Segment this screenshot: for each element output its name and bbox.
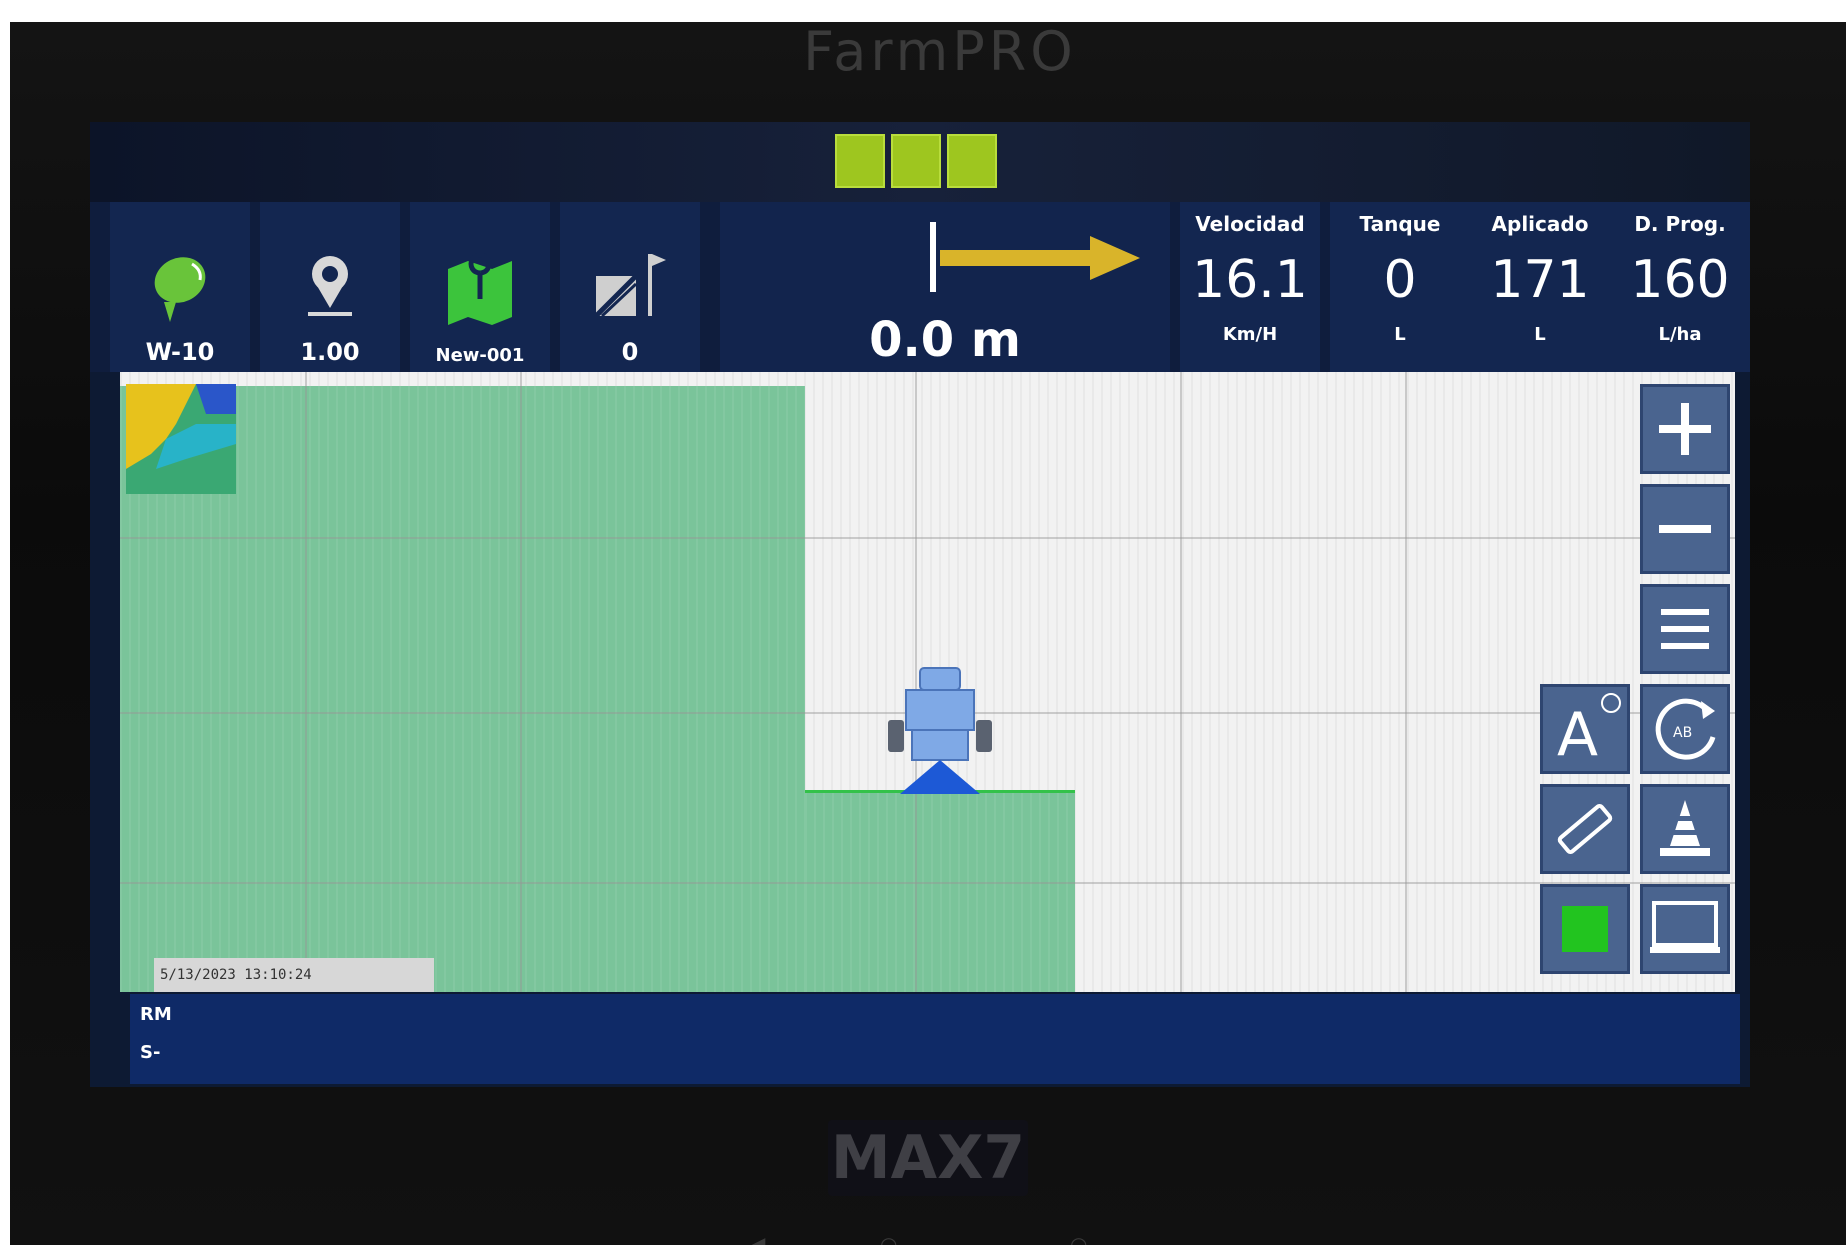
status-line-1: RM <box>140 1004 172 1025</box>
rotate-ab-label: AB <box>1673 725 1692 741</box>
metric-tank: Tanque 0 L <box>1330 202 1470 372</box>
hardware-keys: ◀ ○ ○ <box>730 1232 1150 1245</box>
grid-line <box>120 537 1735 539</box>
metric-speed-unit: Km/H <box>1222 324 1278 345</box>
minimap[interactable] <box>126 384 236 494</box>
zoom-out-button[interactable] <box>1640 484 1730 574</box>
gps-status-tile[interactable]: W-10 <box>110 202 250 372</box>
status-bar: RM S- <box>130 994 1740 1084</box>
field-map[interactable]: 5/13/2023 13:10:24 A AB <box>120 372 1735 992</box>
field-name-label: New-001 <box>435 345 525 366</box>
boom-section-indicator <box>835 134 1015 188</box>
metric-applied: Aplicado 171 L <box>1470 202 1610 372</box>
metric-target-rate-label: D. Prog. <box>1634 212 1726 236</box>
position-tile[interactable]: 1.00 <box>260 202 400 372</box>
vehicle-tractor-icon <box>888 667 992 794</box>
field-tile[interactable]: New-001 <box>410 202 550 372</box>
green-square-icon <box>1562 906 1608 952</box>
boom-section-3 <box>947 134 997 188</box>
field-map-icon <box>448 253 512 325</box>
display-screen-button[interactable] <box>1640 884 1730 974</box>
metric-tank-label: Tanque <box>1359 212 1441 236</box>
menu-icon <box>1661 609 1709 649</box>
display-screen: W-10 1.00 New-001 0 0.0 m Velocidad 16.1… <box>90 122 1750 1087</box>
gps-satellite-icon <box>154 257 206 322</box>
volume-icon[interactable]: ◀ <box>750 1232 765 1245</box>
boom-section-2 <box>891 134 941 188</box>
plus-icon <box>1659 403 1711 455</box>
grid-line <box>305 372 307 992</box>
minimap-field-icon <box>126 384 236 494</box>
rotate-ab-button[interactable]: AB <box>1640 684 1730 774</box>
boom-button[interactable] <box>1540 784 1630 874</box>
toolbar: W-10 1.00 New-001 0 0.0 m Velocidad 16.1… <box>90 202 1750 372</box>
grid-line <box>120 882 1735 884</box>
guidance-tile[interactable]: 0.0 m <box>720 202 1170 372</box>
minus-icon <box>1659 525 1711 533</box>
metric-tank-value: 0 <box>1383 250 1417 310</box>
grid-line <box>1405 372 1407 992</box>
metric-applied-label: Aplicado <box>1491 212 1589 236</box>
section-status-button[interactable] <box>1540 884 1630 974</box>
boom-icon <box>1557 803 1613 855</box>
metric-target-rate-value: 160 <box>1630 250 1730 310</box>
task-tile[interactable]: 0 <box>560 202 700 372</box>
applied-area-strip <box>805 792 1075 992</box>
cross-track-error: 0.0 m <box>869 312 1021 368</box>
metric-target-rate: D. Prog. 160 L/ha <box>1610 202 1750 372</box>
field-flag-icon <box>594 254 666 318</box>
zoom-in-button[interactable] <box>1640 384 1730 474</box>
brand-logo-farmpro: FarmPRO <box>803 20 1077 83</box>
auto-a-icon: A <box>1557 693 1621 769</box>
location-pin-icon <box>308 256 352 316</box>
grid-line <box>520 372 522 992</box>
cone-marker-button[interactable] <box>1640 784 1730 874</box>
grid-line <box>1180 372 1182 992</box>
boom-section-1 <box>835 134 885 188</box>
right-arrow-icon <box>930 222 1140 292</box>
device-bezel: FarmPRO W-10 1.00 New-001 0 0.0 m Veloci… <box>10 22 1846 1245</box>
screen-icon <box>1650 901 1720 953</box>
metric-speed-label: Velocidad <box>1195 212 1305 236</box>
metric-applied-value: 171 <box>1490 250 1590 310</box>
metric-applied-unit: L <box>1534 324 1546 345</box>
metric-target-rate-unit: L/ha <box>1658 324 1702 345</box>
metric-speed: Velocidad 16.1 Km/H <box>1180 202 1320 372</box>
gps-status-label: W-10 <box>145 338 215 366</box>
task-count-label: 0 <box>621 338 639 366</box>
status-line-2: S- <box>140 1042 161 1063</box>
menu-button[interactable] <box>1640 584 1730 674</box>
rotate-icon: AB <box>1655 698 1716 760</box>
metric-speed-value: 16.1 <box>1192 250 1308 310</box>
auto-steer-label: A <box>1557 700 1598 769</box>
map-timestamp: 5/13/2023 13:10:24 <box>154 958 434 992</box>
home-icon[interactable]: ○ <box>880 1232 897 1245</box>
model-label-max7: MAX7 <box>828 1120 1028 1196</box>
cone-icon <box>1660 800 1710 856</box>
power-icon[interactable]: ○ <box>1070 1232 1087 1245</box>
auto-steer-button[interactable]: A <box>1540 684 1630 774</box>
position-value: 1.00 <box>300 338 360 366</box>
metric-tank-unit: L <box>1394 324 1406 345</box>
